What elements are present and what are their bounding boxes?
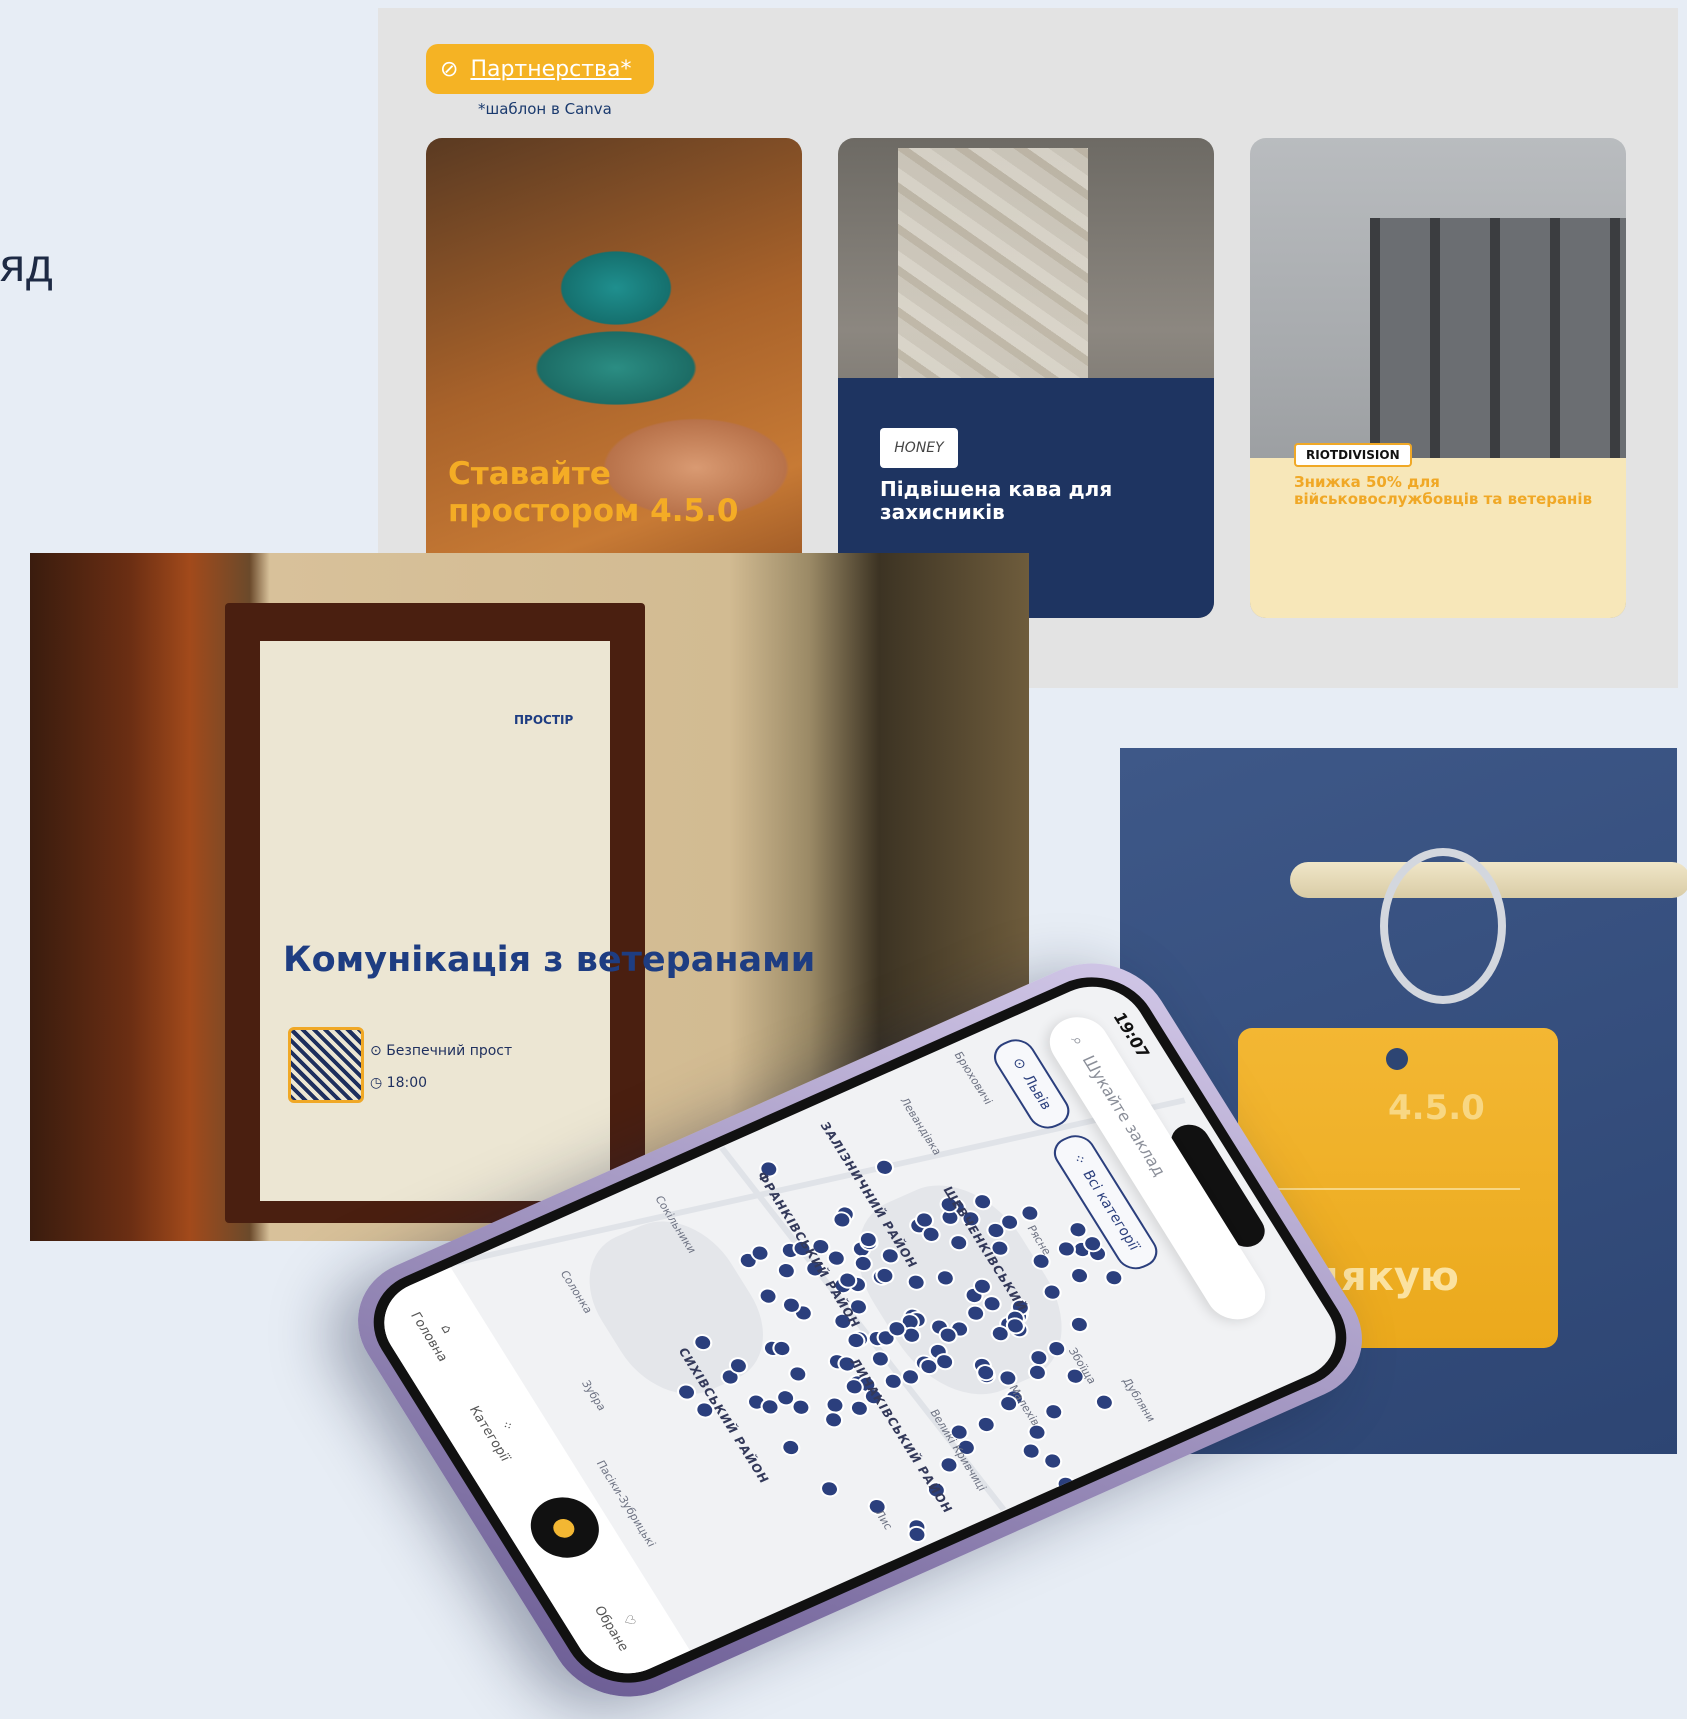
map-marker[interactable] <box>973 1413 1000 1436</box>
map-marker[interactable] <box>1066 1313 1093 1336</box>
qr-code-icon <box>288 1027 364 1103</box>
tag-hole <box>1386 1048 1408 1070</box>
tab-home-label: Головна <box>406 1310 451 1364</box>
card-honey-text: Підвішена кава для захисників <box>880 477 1113 524</box>
map-marker[interactable] <box>1066 1264 1093 1287</box>
map-marker[interactable] <box>816 1477 843 1501</box>
place-label: Брюховичі <box>951 1049 996 1107</box>
tab-favorites[interactable]: ♡ Обране <box>591 1596 649 1653</box>
side-heading-fragment: яд <box>0 239 54 291</box>
honey-logo: HONEY <box>880 428 958 468</box>
card-coffee: Ставайте простором 4.5.0 <box>426 138 802 618</box>
card-riot-text: Знижка 50% для військовослужбовців та ве… <box>1294 473 1593 508</box>
map-marker[interactable] <box>1016 1201 1043 1225</box>
riotdivision-logo: RIOTDIVISION <box>1294 443 1412 467</box>
map-marker[interactable] <box>1100 1266 1127 1290</box>
heart-icon: ♡ <box>618 1612 639 1629</box>
map-marker[interactable] <box>1039 1449 1066 1473</box>
place-label: Зубра <box>578 1378 609 1413</box>
location-pin-icon: ● <box>545 1512 585 1544</box>
card-riotdivision: RIOTDIVISION Знижка 50% для військовослу… <box>1250 138 1626 618</box>
store-shelves-image <box>1370 218 1626 458</box>
card-honey: HONEY Підвішена кава для захисників <box>838 138 1214 618</box>
map-marker[interactable] <box>1040 1400 1067 1424</box>
map-marker[interactable] <box>871 1155 898 1179</box>
city-chip-label: Львів <box>1019 1072 1055 1113</box>
canva-template-note: *шаблон в Canva <box>478 100 612 118</box>
map-marker[interactable] <box>1091 1390 1118 1414</box>
phone-body: 19:07 ⌕ Шукайте заклад ⊙ Львів ⁘ Всі кат… <box>330 941 1390 1719</box>
map-marker[interactable] <box>820 1408 847 1432</box>
search-icon: ⌕ <box>1067 1032 1090 1049</box>
partnership-link-button[interactable]: ⊘ Партнерства* <box>426 44 654 94</box>
tab-favorites-label: Обране <box>590 1604 632 1654</box>
home-icon: ⌂ <box>437 1322 456 1336</box>
keychain-logo: 4.5.0 <box>1388 1088 1485 1128</box>
paperclip-icon: ⊘ <box>440 56 459 82</box>
poster-brand: ПРОСТІР <box>514 713 574 727</box>
tab-categories[interactable]: ⁘ Категорії <box>465 1396 531 1464</box>
map-marker[interactable] <box>784 1362 811 1386</box>
place-label: Левандівка <box>897 1095 945 1157</box>
app-screen: 19:07 ⌕ Шукайте заклад ⊙ Львів ⁘ Всі кат… <box>351 958 1369 1702</box>
map-fab-button[interactable]: ● <box>518 1487 612 1569</box>
map-marker[interactable] <box>755 1284 782 1308</box>
grid-icon: ⁘ <box>496 1418 517 1434</box>
map-marker[interactable] <box>1053 1472 1080 1496</box>
tab-categories-label: Категорії <box>465 1403 513 1464</box>
place-label: Дубляни <box>1119 1375 1159 1424</box>
key-ring <box>1380 848 1506 1004</box>
partnership-label: Партнерства* <box>470 56 632 82</box>
place-label: Лис <box>871 1507 896 1532</box>
map-marker[interactable] <box>1053 1237 1080 1261</box>
tab-home[interactable]: ⌂ Головна <box>407 1302 468 1364</box>
map-marker[interactable] <box>1018 1439 1045 1463</box>
phone-mockup: 19:07 ⌕ Шукайте заклад ⊙ Львів ⁘ Всі кат… <box>330 760 1390 1719</box>
location-pin-icon: ⊙ <box>1008 1055 1030 1073</box>
map-marker[interactable] <box>773 1259 800 1282</box>
grid-icon: ⁘ <box>1068 1151 1090 1168</box>
map-marker[interactable] <box>777 1436 804 1459</box>
card-coffee-text: Ставайте простором 4.5.0 <box>448 456 739 529</box>
